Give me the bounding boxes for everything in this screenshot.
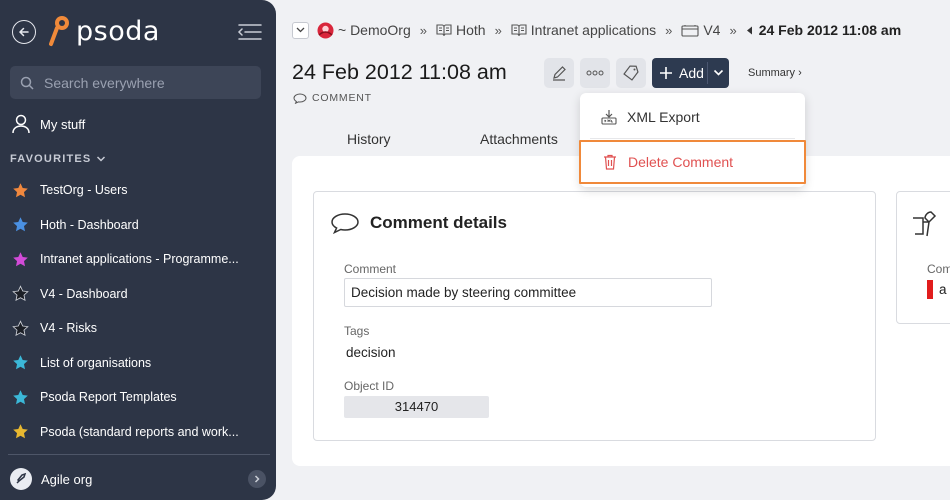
comment-details-header: Comment details [330, 212, 507, 234]
xml-export-menu-item[interactable]: XML Export [580, 96, 805, 138]
add-label: Add [679, 65, 704, 81]
star-icon [13, 424, 28, 439]
favourite-item[interactable]: Intranet applications - Programme... [12, 242, 267, 277]
favourite-item[interactable]: V4 - Dashboard [12, 277, 267, 312]
logo-text: psoda [76, 15, 160, 47]
star-icon [13, 390, 28, 404]
pencil-icon [553, 66, 566, 81]
menu-separator [590, 138, 795, 139]
org-switcher[interactable]: Agile org [10, 468, 266, 490]
delete-comment-label: Delete Comment [628, 154, 734, 170]
collapse-sidebar-icon[interactable] [237, 22, 263, 42]
favourites-header[interactable]: FAVOURITES [10, 153, 106, 165]
breadcrumb-portfolio[interactable]: Hoth [436, 22, 486, 38]
object-type-label: COMMENT [293, 92, 372, 104]
user-icon [12, 114, 30, 134]
more-options-menu: XML Export Delete Comment [579, 93, 806, 187]
comment-details-panel: Comment details Comment Decision made by… [313, 191, 876, 441]
comment-field-label: Comment [344, 262, 397, 276]
star-icon [13, 355, 28, 370]
properties-panel: Com a [896, 191, 950, 324]
search-icon [20, 76, 34, 90]
more-options-button[interactable] [580, 58, 610, 88]
back-icon[interactable] [12, 20, 36, 44]
search-input[interactable] [44, 74, 244, 91]
ellipsis-icon [586, 70, 604, 76]
plus-icon [660, 67, 672, 79]
comment-icon [331, 213, 359, 234]
my-stuff-label: My stuff [40, 116, 86, 132]
org-name: Agile org [41, 471, 93, 487]
star-icon [13, 217, 28, 232]
tag-button[interactable] [616, 58, 646, 88]
chevron-down-icon[interactable] [713, 67, 724, 78]
page-title: 24 Feb 2012 11:08 am [292, 60, 507, 84]
delete-comment-menu-item[interactable]: Delete Comment [579, 140, 806, 184]
object-id-label: Object ID [344, 379, 395, 393]
breadcrumb-project[interactable]: V4 [681, 22, 720, 38]
wrench-icon [913, 211, 937, 237]
comment-icon [293, 92, 307, 104]
breadcrumb-current: 24 Feb 2012 11:08 am [758, 22, 902, 38]
star-icon [13, 183, 28, 197]
xml-export-label: XML Export [627, 109, 700, 125]
favourite-item[interactable]: TestOrg - Users [12, 173, 267, 208]
breadcrumb-separator: » [665, 22, 673, 38]
search-box [10, 66, 261, 99]
tab-attachments[interactable]: Attachments [480, 131, 558, 147]
chevron-down-icon [296, 27, 305, 33]
add-button[interactable]: Add [652, 58, 729, 88]
xml-file-icon [600, 108, 618, 126]
tab-history[interactable]: History [347, 131, 391, 147]
summary-link[interactable]: Summary › [748, 67, 802, 79]
sidebar-divider [8, 454, 270, 455]
psoda-logo[interactable]: psoda [48, 14, 160, 48]
breadcrumb-org[interactable]: ~ DemoOrg [317, 22, 411, 39]
tag-icon [623, 65, 639, 81]
status-indicator [927, 280, 933, 299]
favourite-item[interactable]: V4 - Risks [12, 311, 267, 346]
breadcrumb-separator: » [729, 22, 737, 38]
book-icon [436, 24, 452, 37]
favourite-item[interactable]: Hoth - Dashboard [12, 208, 267, 243]
breadcrumb-separator: » [419, 22, 427, 38]
favourite-item[interactable]: List of organisations [12, 346, 267, 381]
sidebar: psoda My stuff FAVOURITES TestOrg - User… [0, 0, 276, 500]
properties-field-value: a [939, 282, 947, 297]
chevron-right-icon[interactable] [248, 470, 266, 488]
favourite-item[interactable]: Psoda Report Templates [12, 380, 267, 415]
edit-button[interactable] [544, 58, 574, 88]
org-avatar-icon [317, 22, 334, 38]
star-icon [12, 320, 29, 336]
trash-icon [601, 153, 619, 171]
tags-value[interactable]: decision [346, 345, 396, 360]
breadcrumb-dropdown[interactable] [292, 21, 309, 39]
breadcrumb: ~ DemoOrg » Hoth » Intranet applications… [292, 20, 901, 40]
folder-icon [681, 24, 699, 37]
caret-left-icon[interactable] [746, 26, 753, 35]
rocket-icon [10, 468, 32, 490]
my-stuff-link[interactable]: My stuff [12, 114, 85, 134]
favourite-item[interactable]: Psoda (standard reports and work... [12, 415, 267, 450]
breadcrumb-programme[interactable]: Intranet applications [511, 22, 656, 38]
star-icon [13, 252, 28, 266]
panel-title: Comment details [370, 213, 507, 232]
add-separator [707, 62, 708, 84]
favourites-list: TestOrg - Users Hoth - Dashboard Intrane… [12, 173, 267, 449]
breadcrumb-separator: » [494, 22, 502, 38]
object-id-value: 314470 [344, 396, 489, 418]
properties-field-label: Com [927, 262, 950, 276]
psoda-logo-icon [49, 16, 69, 46]
tags-field-label: Tags [344, 324, 370, 338]
comment-field[interactable]: Decision made by steering committee [344, 278, 712, 307]
book-icon [511, 24, 527, 37]
star-icon [12, 285, 29, 302]
chevron-down-icon [97, 156, 106, 162]
